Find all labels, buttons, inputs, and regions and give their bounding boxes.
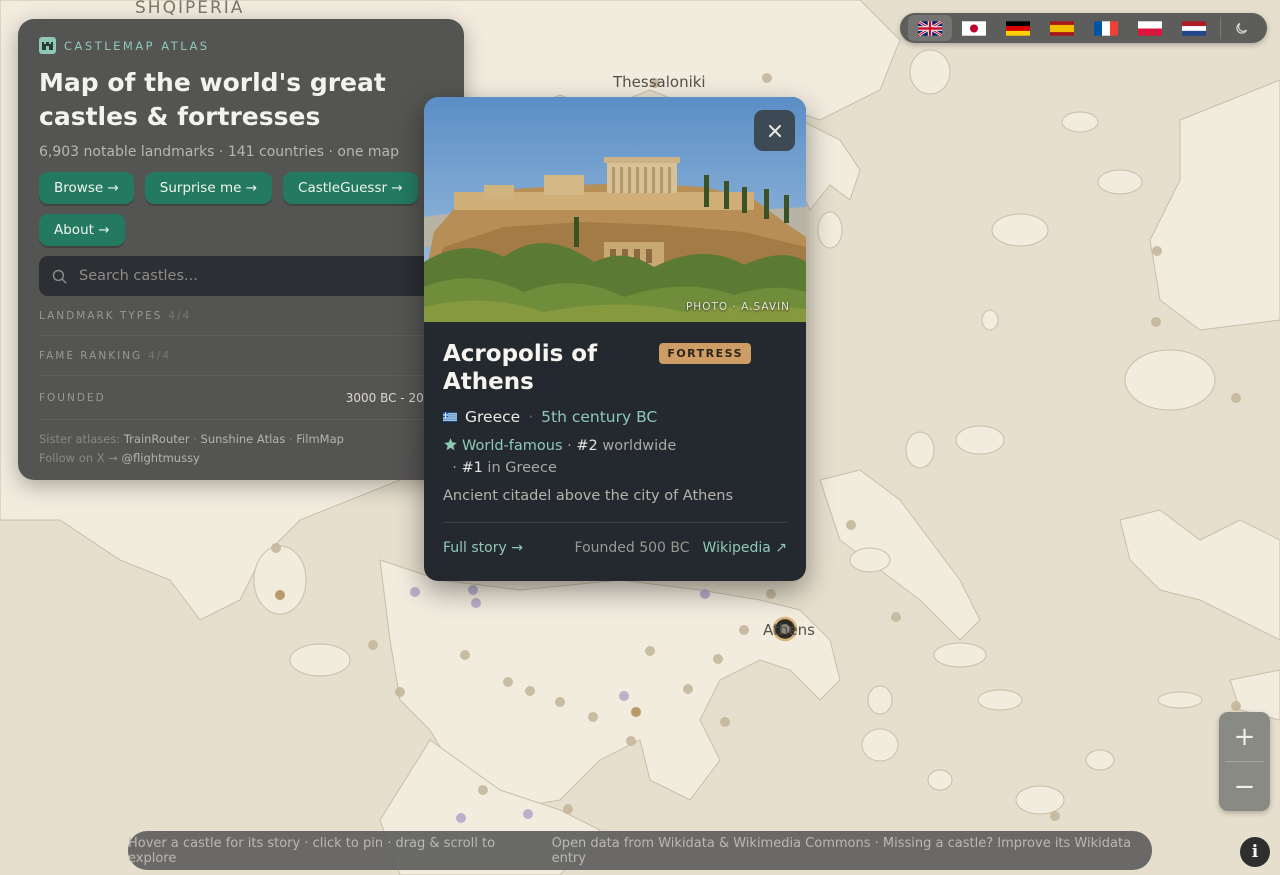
about-button[interactable]: About → — [39, 214, 125, 246]
netherlands-flag-icon — [1182, 20, 1206, 36]
filter-landmark-types[interactable]: LANDMARK TYPES 4/4 — [39, 296, 439, 336]
sister-link-trainrouter[interactable]: TrainRouter — [124, 432, 190, 446]
acropolis-photo-illustration — [424, 97, 806, 322]
card-footer: Full story → Founded 500 BC Wikipedia ↗ — [443, 523, 787, 573]
search-icon — [52, 269, 67, 284]
founded-date: Founded 500 BC — [574, 540, 690, 556]
fame-level: World-famous — [462, 438, 563, 454]
status-bar: Hover a castle for its story · click to … — [128, 831, 1152, 870]
browse-button[interactable]: Browse → — [39, 172, 134, 204]
sister-link-sunshine-atlas[interactable]: Sunshine Atlas — [201, 432, 286, 446]
info-icon: i — [1251, 842, 1259, 862]
language-bar — [900, 13, 1267, 43]
castle-description: Ancient citadel above the city of Athens — [443, 488, 787, 523]
zoom-out-button[interactable]: − — [1219, 762, 1270, 811]
zoom-controls: + − — [1219, 712, 1270, 811]
castle-detail-card: PHOTO · A.SAVIN Acropolis of Athens FORT… — [424, 97, 806, 581]
castle-title: Acropolis of Athens — [443, 341, 598, 395]
moon-icon — [1235, 22, 1247, 34]
castle-meta: Greece · 5th century BC — [443, 408, 787, 426]
card-body: Acropolis of Athens FORTRESS Greece · 5t… — [424, 322, 806, 573]
dark-mode-toggle[interactable] — [1227, 15, 1255, 41]
country-name: Greece — [465, 408, 521, 426]
close-card-button[interactable] — [754, 110, 795, 151]
spain-flag-icon — [1050, 20, 1074, 36]
photo-credit: PHOTO · A.SAVIN — [685, 301, 790, 313]
search-input[interactable] — [79, 268, 399, 284]
star-icon — [444, 438, 457, 451]
map-country-label: SHQIPERIA — [135, 0, 245, 18]
surprise-me-button[interactable]: Surprise me → — [144, 172, 273, 204]
rank-country-number: #1 — [461, 460, 483, 476]
sister-atlases: Sister atlases: TrainRouter · Sunshine A… — [39, 432, 344, 465]
brand-name: CASTLEMAP ATLAS — [64, 38, 210, 53]
separator: · — [528, 408, 534, 426]
info-button[interactable]: i — [1240, 837, 1270, 867]
flag-german-button[interactable] — [996, 15, 1040, 41]
landmark-stats: 6,903 notable landmarks · 141 countries … — [39, 144, 400, 160]
flag-polish-button[interactable] — [1128, 15, 1172, 41]
action-buttons: Browse → Surprise me → CastleGuessr → Ab… — [39, 172, 439, 246]
filter-founded[interactable]: FOUNDED 3000 BC - 2009 — [39, 376, 439, 420]
fame-rank: World-famous · #2 worldwide · #1 in Gree… — [443, 438, 677, 476]
language-divider — [1220, 17, 1221, 39]
status-source[interactable]: Open data from Wikidata & Wikimedia Comm… — [552, 836, 1152, 866]
page-title: Map of the world's great castles & fortr… — [39, 68, 386, 131]
flag-japanese-button[interactable] — [952, 15, 996, 41]
landmark-type-badge: FORTRESS — [659, 343, 751, 364]
flag-english-button[interactable] — [908, 15, 952, 41]
filter-label: FOUNDED — [39, 391, 106, 404]
filter-count: 4/4 — [168, 309, 192, 322]
brand: CASTLEMAP ATLAS — [39, 37, 443, 54]
sister-prefix: Sister atlases: — [39, 432, 121, 446]
filter-fame-ranking[interactable]: FAME RANKING 4/4 — [39, 336, 439, 376]
castleguessr-button[interactable]: CastleGuessr → — [283, 172, 418, 204]
germany-flag-icon — [1006, 20, 1030, 36]
castle-logo-icon — [39, 37, 56, 54]
flag-spanish-button[interactable] — [1040, 15, 1084, 41]
city-label-thessaloniki: Thessaloniki — [613, 73, 706, 91]
france-flag-icon — [1094, 20, 1118, 36]
castle-photo: PHOTO · A.SAVIN — [424, 97, 806, 322]
sister-link-filmmap[interactable]: FilmMap — [296, 432, 344, 446]
filter-label: FAME RANKING — [39, 349, 143, 362]
japan-flag-icon — [962, 20, 986, 36]
follow-text: Follow on X → — [39, 451, 118, 465]
follow-handle-link[interactable]: @flightmussy — [122, 451, 200, 465]
info-panel: CASTLEMAP ATLAS Map of the world's great… — [18, 19, 464, 480]
close-icon — [768, 124, 781, 137]
full-story-link[interactable]: Full story → — [443, 540, 523, 556]
poland-flag-icon — [1138, 20, 1162, 36]
city-label-athens: Athens — [763, 621, 815, 639]
filter-label: LANDMARK TYPES — [39, 309, 163, 322]
zoom-in-button[interactable]: + — [1219, 712, 1270, 761]
flag-dutch-button[interactable] — [1172, 15, 1216, 41]
rank-country-text: in Greece — [487, 460, 557, 476]
status-hint: Hover a castle for its story · click to … — [128, 835, 496, 866]
filter-count: 4/4 — [148, 349, 172, 362]
rank-world-number: #2 — [576, 438, 598, 454]
search-box — [39, 256, 439, 296]
century: 5th century BC — [541, 408, 658, 426]
rank-world-text: worldwide — [602, 438, 677, 454]
greece-flag-icon — [443, 412, 457, 422]
flag-french-button[interactable] — [1084, 15, 1128, 41]
uk-flag-icon — [918, 20, 942, 36]
wikipedia-link[interactable]: Wikipedia ↗ — [703, 540, 787, 556]
